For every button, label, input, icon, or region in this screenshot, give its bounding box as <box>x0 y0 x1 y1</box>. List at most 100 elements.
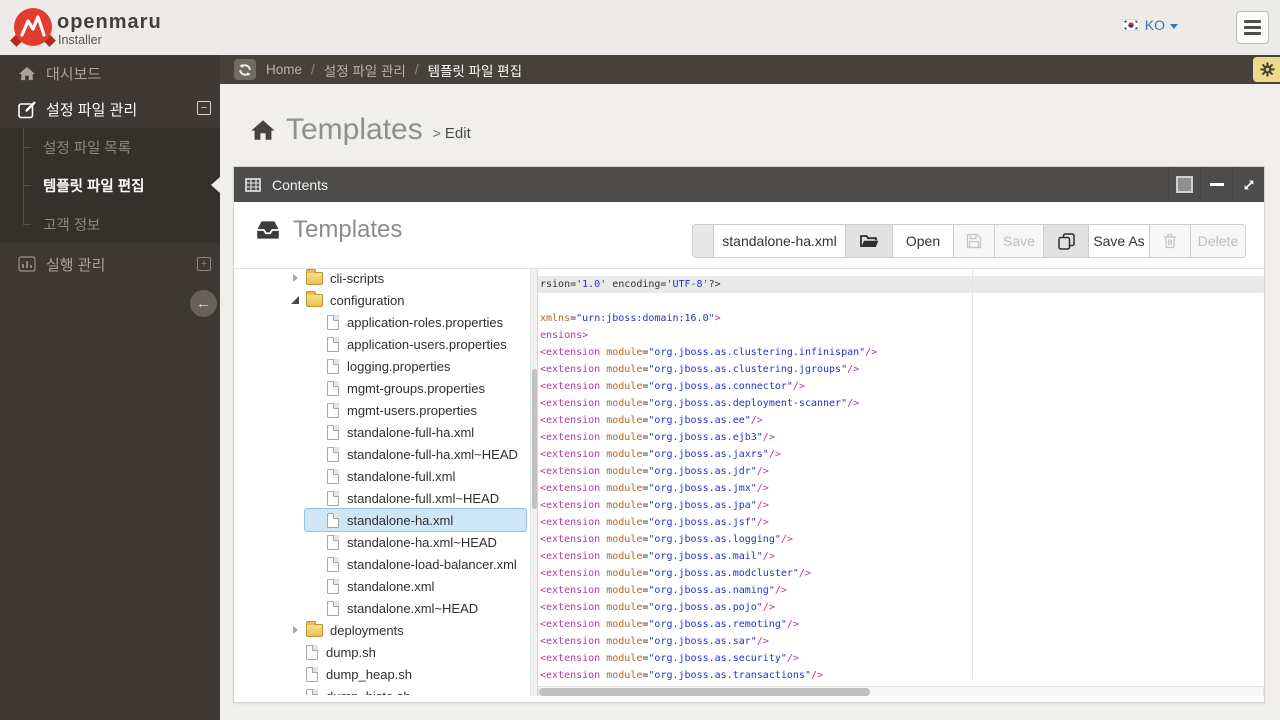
tree-item-application-users.properties[interactable]: application-users.properties <box>234 333 530 355</box>
collapse-section-icon[interactable]: − <box>197 101 211 115</box>
tree-item-cli-scripts[interactable]: cli-scripts <box>234 269 530 289</box>
code-line-10: <extension module="org.jboss.as.ejb3"/> <box>540 432 775 443</box>
tree-item-configuration[interactable]: configuration <box>234 289 530 311</box>
sidebar-item-customer-info[interactable]: 고객 정보 <box>0 205 220 243</box>
settings-button[interactable] <box>1253 57 1280 82</box>
delete-icon-button[interactable] <box>1149 224 1191 258</box>
korea-flag-icon <box>1121 19 1140 31</box>
tree-item-standalone.xml[interactable]: standalone.xml <box>234 575 530 597</box>
code-line-15: <extension module="org.jboss.as.jsf"/> <box>540 517 769 528</box>
expand-arrow-icon[interactable] <box>292 274 298 282</box>
tree-item-mgmt-groups.properties[interactable]: mgmt-groups.properties <box>234 377 530 399</box>
sidebar-item-config-file-list[interactable]: 설정 파일 목록 <box>0 128 220 166</box>
sidebar-item-dashboard[interactable]: 대시보드 <box>0 55 220 91</box>
language-label: KO <box>1144 17 1165 33</box>
tree-item-label: standalone.xml~HEAD <box>347 600 479 616</box>
sidebar-item-template-file-edit[interactable]: 템플릿 파일 편집 <box>0 166 220 204</box>
chart-icon <box>18 256 37 272</box>
filename-input[interactable] <box>713 224 846 258</box>
code-line-17: <extension module="org.jboss.as.mail"/> <box>540 551 775 562</box>
tree-item-application-roles.properties[interactable]: application-roles.properties <box>234 311 530 333</box>
tree-item-label: application-roles.properties <box>347 314 504 330</box>
tree-item-deployments[interactable]: deployments <box>234 619 530 641</box>
save-as-button[interactable]: Save As <box>1088 224 1150 258</box>
language-selector[interactable]: KO <box>1121 17 1178 33</box>
tree-item-mgmt-users.properties[interactable]: mgmt-users.properties <box>234 399 530 421</box>
tree-item-dump_heap.sh[interactable]: dump_heap.sh <box>234 663 530 685</box>
tree-item-dump_histo.sh[interactable]: dump_histo.sh <box>234 685 530 695</box>
tree-item-standalone-full.xml~HEAD[interactable]: standalone-full.xml~HEAD <box>234 487 530 509</box>
code-line-20: <extension module="org.jboss.as.pojo"/> <box>540 602 775 613</box>
tree-item-dump.sh[interactable]: dump.sh <box>234 641 530 663</box>
tree-item-standalone-load-balancer.xml[interactable]: standalone-load-balancer.xml <box>234 553 530 575</box>
code-content: rsion='1.0' encoding='UTF-8'?> xmlns="ur… <box>540 276 877 684</box>
delete-button[interactable]: Delete <box>1190 224 1246 258</box>
save-as-icon-button[interactable] <box>1043 224 1089 258</box>
panel-minimize-button[interactable] <box>1200 167 1232 202</box>
sidebar-collapse-button[interactable]: ← <box>190 290 217 317</box>
expand-section-icon[interactable]: + <box>197 257 211 271</box>
tree-item-logging.properties[interactable]: logging.properties <box>234 355 530 377</box>
table-icon <box>245 177 261 192</box>
open-button[interactable]: Open <box>892 224 954 258</box>
file-tree-pane: cli-scripts configuration application-role… <box>234 269 530 695</box>
file-icon <box>327 336 339 352</box>
tree-item-standalone-ha.xml[interactable]: standalone-ha.xml <box>234 508 530 532</box>
refresh-button[interactable] <box>234 59 256 80</box>
page-heading: Templates > Edit <box>250 110 471 150</box>
code-line-4: ensions> <box>540 330 589 341</box>
archive-icon <box>257 221 279 239</box>
gear-icon <box>1260 62 1275 77</box>
sidebar-item-config-file-management[interactable]: 설정 파일 관리 <box>0 91 220 128</box>
refresh-icon <box>239 63 251 76</box>
save-button[interactable]: Save <box>994 224 1044 258</box>
breadcrumb-config-file-management[interactable]: 설정 파일 관리 <box>324 60 406 80</box>
code-editor[interactable]: rsion='1.0' encoding='UTF-8'?> xmlns="ur… <box>537 269 1264 696</box>
file-icon <box>327 358 339 374</box>
file-icon <box>327 556 339 572</box>
page-title: Templates <box>286 113 423 146</box>
file-icon <box>327 578 339 594</box>
file-icon <box>327 534 339 550</box>
contents-panel: Contents Templates standalone-ha.xml Ope… <box>233 166 1265 703</box>
tree-item-standalone-full-ha.xml~HEAD[interactable]: standalone-full-ha.xml~HEAD <box>234 443 530 465</box>
sidebar-nav: 대시보드 설정 파일 관리 − 설정 파일 목록 템플릿 파일 편집 고객 정보 <box>0 55 220 720</box>
templates-toolbar: Templates Open <box>234 202 1264 268</box>
arrow-left-icon: ← <box>196 295 211 312</box>
file-icon <box>327 512 339 528</box>
code-line-7: <extension module="org.jboss.as.connecto… <box>540 381 805 392</box>
square-icon <box>1176 176 1193 193</box>
collapse-arrow-icon[interactable] <box>291 296 299 304</box>
code-line-13: <extension module="org.jboss.as.jmx"/> <box>540 483 769 494</box>
tree-item-standalone-full.xml[interactable]: standalone-full.xml <box>234 465 530 487</box>
tree-item-label: deployments <box>330 622 404 638</box>
expand-icon <box>1244 180 1253 189</box>
sidebar-item-run-management[interactable]: 실행 관리 <box>0 243 220 285</box>
editor-hscrollbar-thumb[interactable] <box>539 688 870 696</box>
open-file-icon-button[interactable] <box>845 224 893 258</box>
panel-box-button[interactable] <box>1168 167 1200 202</box>
code-line-19: <extension module="org.jboss.as.naming"/… <box>540 585 787 596</box>
active-item-marker <box>211 177 220 193</box>
tree-item-label: dump.sh <box>326 644 376 660</box>
code-line-6: <extension module="org.jboss.as.clusteri… <box>540 364 860 375</box>
tree-item-label: mgmt-groups.properties <box>347 380 485 396</box>
hamburger-menu-button[interactable] <box>1236 11 1269 44</box>
tree-item-standalone.xml~HEAD[interactable]: standalone.xml~HEAD <box>234 597 530 619</box>
product-name: Installer <box>58 33 102 47</box>
expand-arrow-icon[interactable] <box>292 626 298 634</box>
code-line-8: <extension module="org.jboss.as.deployme… <box>540 398 860 409</box>
panel-expand-button[interactable] <box>1232 167 1264 202</box>
code-line-18: <extension module="org.jboss.as.modclust… <box>540 568 811 579</box>
openmaru-logo <box>10 8 56 50</box>
code-line-12: <extension module="org.jboss.as.jdr"/> <box>540 466 769 477</box>
save-icon-button[interactable] <box>953 224 995 258</box>
tree-item-standalone-ha.xml~HEAD[interactable]: standalone-ha.xml~HEAD <box>234 531 530 553</box>
tree-item-label: cli-scripts <box>330 270 385 286</box>
breadcrumb-home[interactable]: Home <box>266 62 302 77</box>
code-line-9: <extension module="org.jboss.as.ee"/> <box>540 415 763 426</box>
code-line-11: <extension module="org.jboss.as.jaxrs"/> <box>540 449 781 460</box>
sidebar-submenu: 설정 파일 목록 템플릿 파일 편집 고객 정보 <box>0 128 220 243</box>
tree-item-standalone-full-ha.xml[interactable]: standalone-full-ha.xml <box>234 421 530 443</box>
